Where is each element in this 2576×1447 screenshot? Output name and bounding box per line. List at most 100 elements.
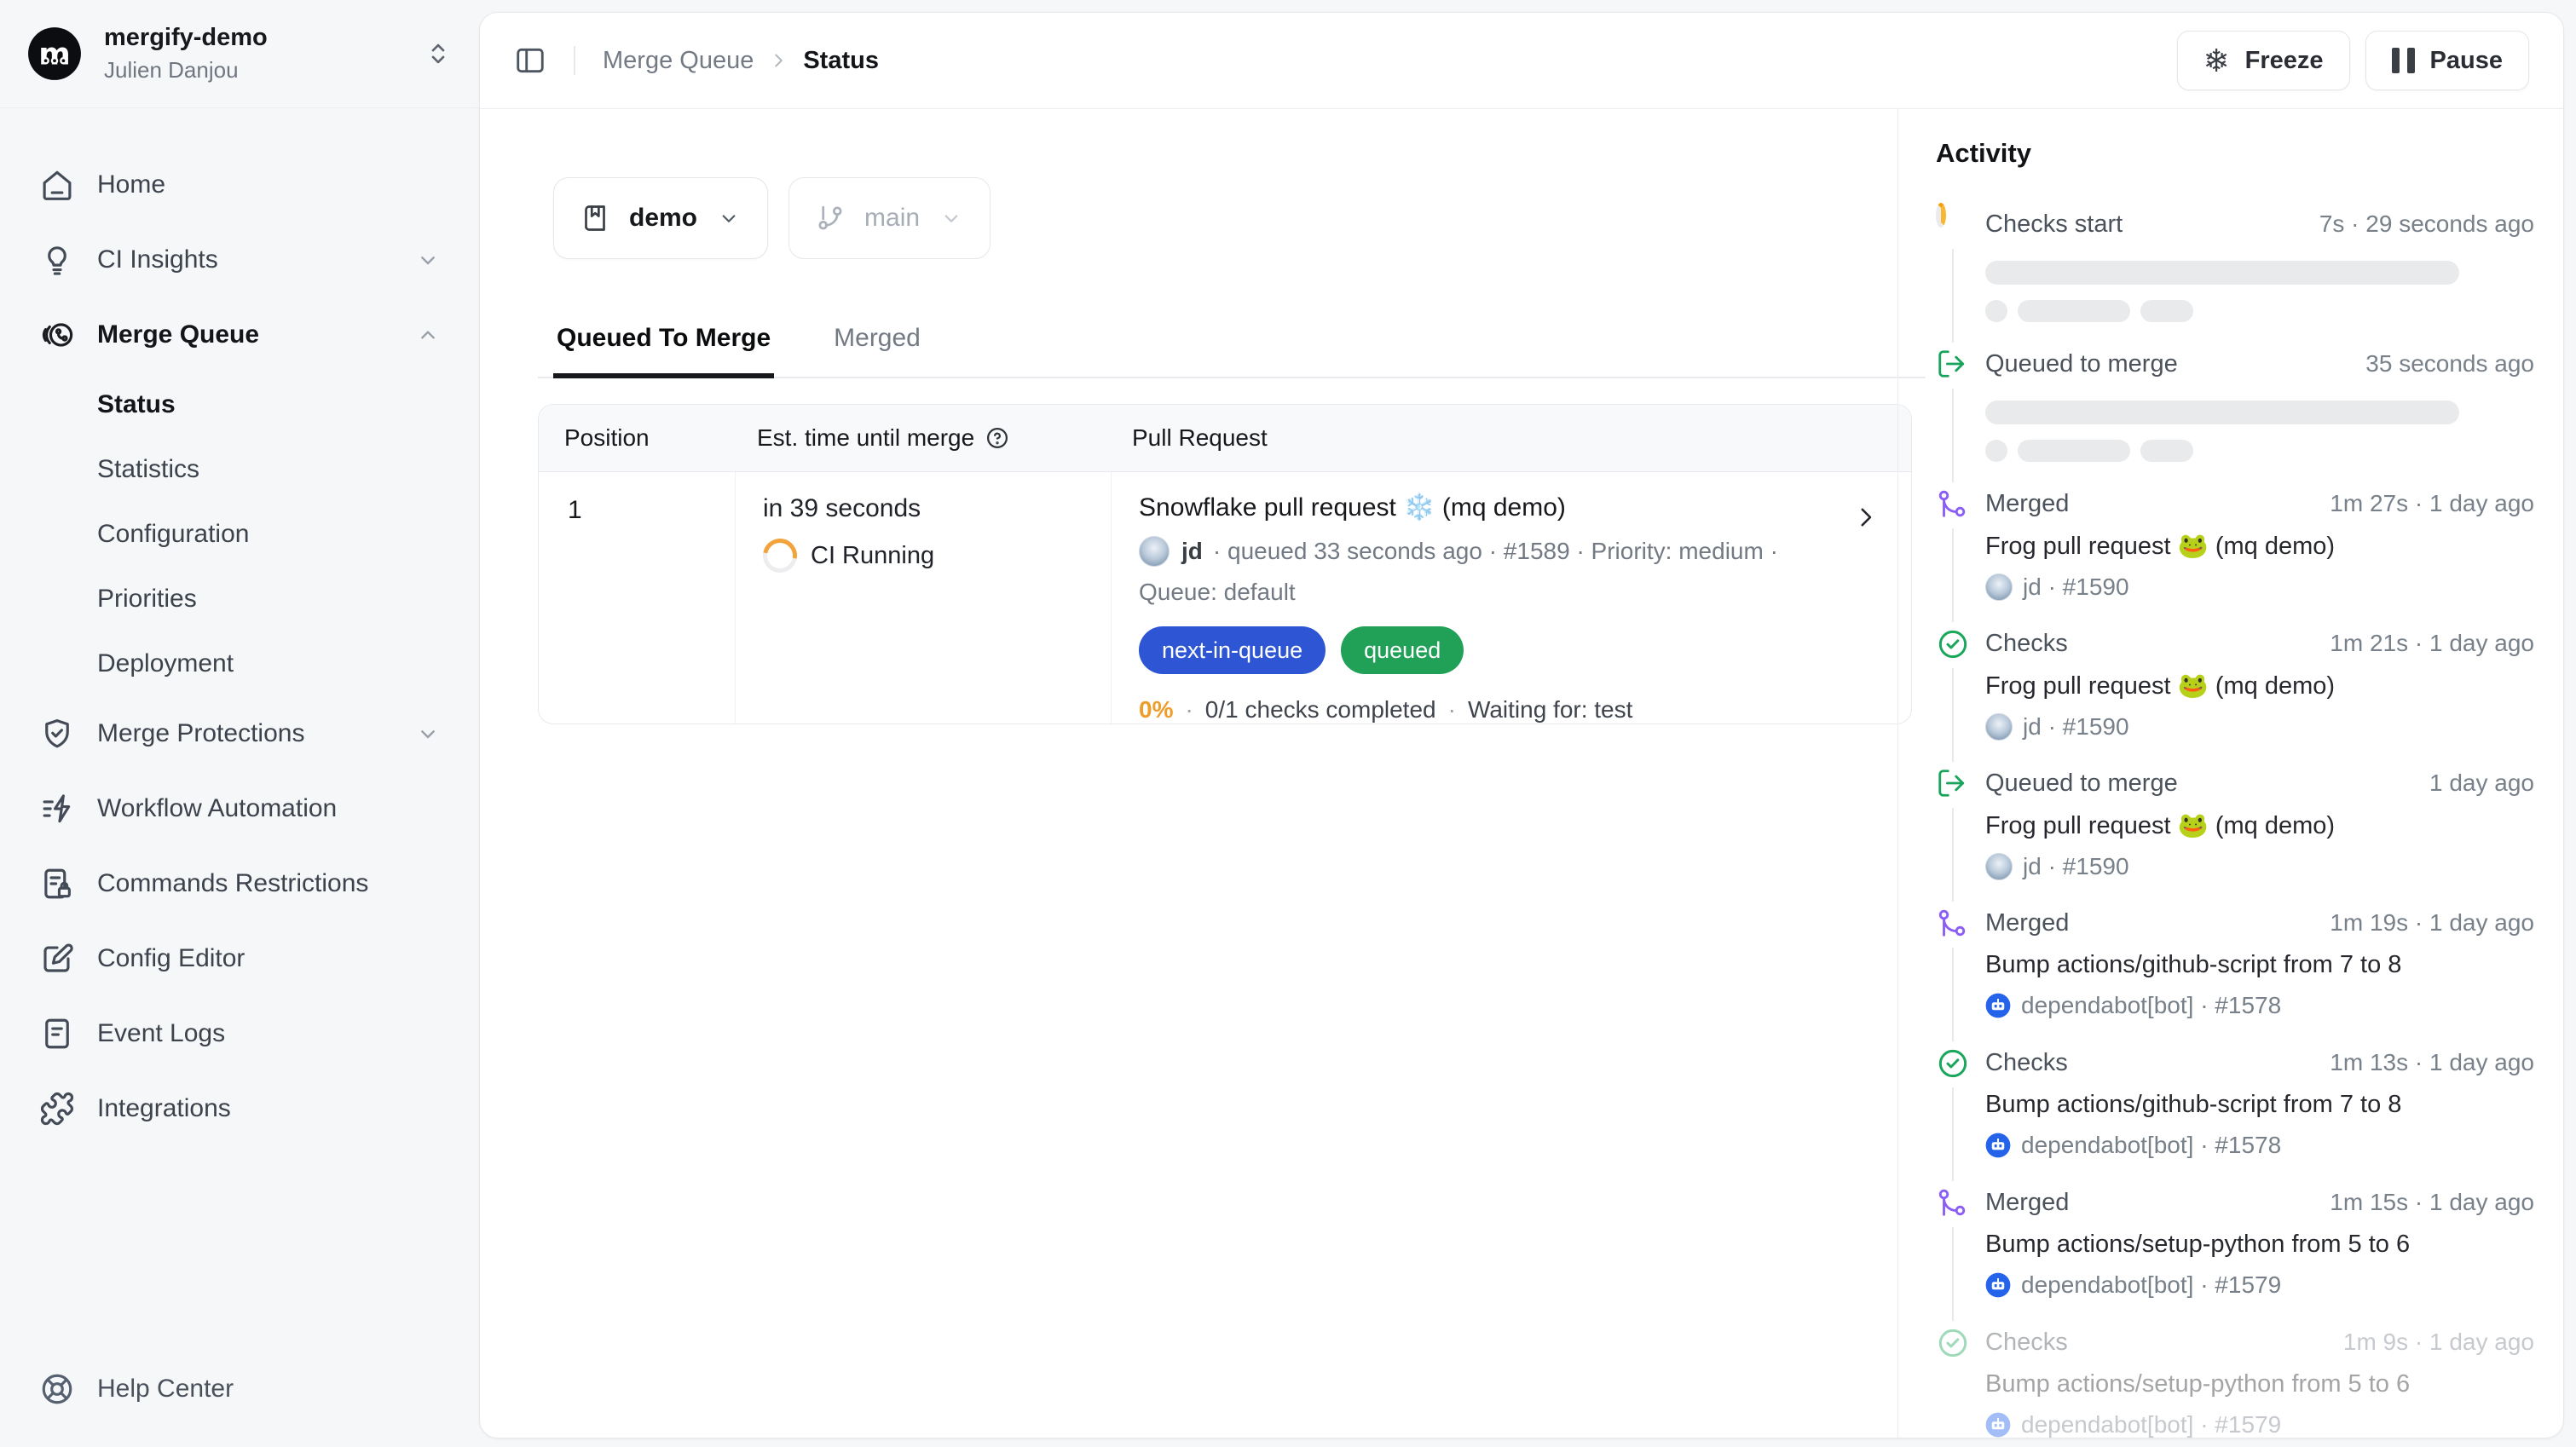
sidebar-item-config-editor[interactable]: Config Editor: [39, 921, 459, 996]
eta-value: in 39 seconds: [763, 494, 1111, 523]
activity-item[interactable]: Merged 1m 19s · 1 day ago Bump actions/g…: [1936, 907, 2534, 1046]
activity-time: 35 seconds ago: [2365, 350, 2534, 378]
activity-pr-meta: jd · #1590: [2023, 713, 2129, 741]
sidebar-item-label: Integrations: [97, 1094, 231, 1123]
sidebar-item-ci-insights[interactable]: CI Insights: [39, 222, 459, 297]
sidebar-item-event-logs[interactable]: Event Logs: [39, 996, 459, 1071]
sidebar-item-label: Statistics: [97, 455, 199, 484]
sidebar-item-workflow-automation[interactable]: Workflow Automation: [39, 771, 459, 846]
edit-icon: [39, 941, 75, 977]
avatar: [1985, 574, 2013, 601]
activity-event-label: Merged: [1985, 490, 2069, 518]
sidebar-toggle-button[interactable]: [514, 44, 546, 77]
activity-item[interactable]: Checks 1m 21s · 1 day ago Frog pull requ…: [1936, 627, 2534, 767]
ci-running-spinner-icon: [756, 532, 804, 579]
file-lock-icon: [39, 866, 75, 902]
activity-item: Checks start 7s · 29 seconds ago: [1936, 208, 2534, 348]
pr-title[interactable]: Snowflake pull request ❄️ (mq demo): [1139, 493, 1817, 522]
sidebar-item-label: Merge Protections: [97, 719, 304, 748]
activity-panel[interactable]: Activity Checks start 7s · 29 seconds ag…: [1897, 109, 2563, 1438]
sidebar-item-label: Commands Restrictions: [97, 869, 368, 898]
pause-label: Pause: [2430, 47, 2503, 75]
activity-event-label: Merged: [1985, 1189, 2069, 1217]
activity-pr-title[interactable]: Bump actions/github-script from 7 to 8: [1985, 951, 2534, 979]
repository-select[interactable]: demo: [553, 177, 768, 259]
sidebar: m mergify-demo Julien Danjou Home CI Ins…: [0, 0, 479, 1447]
org-switcher[interactable]: m mergify-demo Julien Danjou: [0, 0, 479, 108]
mergify-logo-icon: m: [27, 26, 82, 81]
main-panel: Merge Queue Status ❄ Freeze Pause demo m…: [479, 12, 2564, 1438]
activity-pr-title[interactable]: Frog pull request 🐸 (mq demo): [1985, 532, 2534, 561]
chevrons-up-down-icon: [423, 38, 453, 69]
help-center-link[interactable]: Help Center: [39, 1352, 234, 1427]
activity-item[interactable]: Queued to merge 1 day ago Frog pull requ…: [1936, 767, 2534, 907]
sidebar-item-statistics[interactable]: Statistics: [39, 437, 459, 502]
tab-merged[interactable]: Merged: [830, 324, 924, 377]
avatar: [1139, 536, 1170, 567]
branch-select[interactable]: main: [788, 177, 991, 259]
activity-pr-meta: jd · #1590: [2023, 853, 2129, 880]
activity-pr-meta: dependabot[bot] · #1578: [2021, 1132, 2281, 1159]
sidebar-item-integrations[interactable]: Integrations: [39, 1071, 459, 1146]
life-buoy-icon: [39, 1371, 75, 1407]
tab-queued-to-merge[interactable]: Queued To Merge: [553, 324, 774, 378]
sidebar-item-home[interactable]: Home: [39, 147, 459, 222]
pause-button[interactable]: Pause: [2365, 31, 2529, 90]
sidebar-item-label: Priorities: [97, 585, 197, 614]
dependabot-icon: [1985, 1133, 2011, 1158]
sidebar-item-label: Config Editor: [97, 944, 245, 973]
check-circle-icon: [1936, 1046, 1985, 1081]
column-position: Position: [539, 424, 731, 452]
sidebar-item-deployment[interactable]: Deployment: [39, 631, 459, 696]
chevron-down-icon: [939, 205, 964, 231]
queue-tabs: Queued To Merge Merged: [538, 324, 1926, 378]
sidebar-item-status[interactable]: Status: [39, 372, 459, 437]
help-center-label: Help Center: [97, 1375, 234, 1404]
queue-row[interactable]: 1 in 39 seconds CI Running Snowflake pul…: [539, 472, 1911, 724]
activity-pr-title[interactable]: Bump actions/setup-python from 5 to 6: [1985, 1231, 2534, 1259]
org-name: mergify-demo: [104, 24, 268, 52]
sidebar-item-label: Merge Queue: [97, 320, 259, 349]
help-circle-icon[interactable]: [985, 425, 1010, 451]
chevron-right-icon: [1851, 503, 1880, 532]
sidebar-item-label: Workflow Automation: [97, 794, 337, 823]
shield-check-icon: [39, 716, 75, 752]
sidebar-item-priorities[interactable]: Priorities: [39, 567, 459, 631]
sidebar-item-merge-queue[interactable]: Merge Queue: [39, 297, 459, 372]
breadcrumb-merge-queue[interactable]: Merge Queue: [603, 47, 754, 75]
activity-pr-title[interactable]: Bump actions/setup-python from 5 to 6: [1985, 1370, 2534, 1398]
activity-event-label: Checks: [1985, 1329, 2068, 1357]
header-divider: [574, 46, 575, 75]
queue-table: Position Est. time until merge Pull Requ…: [538, 404, 1912, 724]
cell-pull-request: Snowflake pull request ❄️ (mq demo) jd ·…: [1111, 472, 1911, 724]
activity-item[interactable]: Merged 1m 15s · 1 day ago Bump actions/s…: [1936, 1186, 2534, 1326]
git-branch-icon: [815, 203, 846, 233]
activity-item[interactable]: Merged 1m 27s · 1 day ago Frog pull requ…: [1936, 487, 2534, 627]
activity-pr-title[interactable]: Frog pull request 🐸 (mq demo): [1985, 811, 2534, 840]
activity-pr-meta: dependabot[bot] · #1579: [2021, 1271, 2281, 1299]
checks-running-spinner-icon: [1936, 208, 1985, 242]
table-header: Position Est. time until merge Pull Requ…: [539, 405, 1911, 472]
breadcrumb-chevron-icon: [767, 49, 789, 72]
sidebar-item-commands-restrictions[interactable]: Commands Restrictions: [39, 846, 459, 921]
sidebar-item-merge-protections[interactable]: Merge Protections: [39, 696, 459, 771]
repository-value: demo: [629, 204, 697, 233]
activity-time: 1 day ago: [2429, 770, 2534, 797]
activity-pr-title[interactable]: Bump actions/github-script from 7 to 8: [1985, 1091, 2534, 1119]
pr-queue-name: Queue: default: [1139, 579, 1817, 606]
activity-pr-meta: dependabot[bot] · #1579: [2021, 1411, 2281, 1438]
freeze-button[interactable]: ❄ Freeze: [2177, 31, 2350, 90]
checks-progress-text: 0/1 checks completed: [1205, 696, 1436, 724]
activity-skeleton: [1985, 252, 2534, 348]
puzzle-icon: [39, 1091, 75, 1127]
activity-skeleton: [1985, 392, 2534, 487]
sidebar-nav: Home CI Insights Merge Queue Status Stat…: [0, 108, 479, 1146]
activity-pr-title[interactable]: Frog pull request 🐸 (mq demo): [1985, 672, 2534, 700]
activity-item[interactable]: Checks 1m 9s · 1 day ago Bump actions/se…: [1936, 1326, 2534, 1438]
activity-item: Queued to merge 35 seconds ago: [1936, 348, 2534, 487]
activity-event-label: Queued to merge: [1985, 350, 2178, 378]
branch-value: main: [864, 204, 920, 233]
column-pull-request: Pull Request: [1105, 424, 1911, 452]
sidebar-item-configuration[interactable]: Configuration: [39, 502, 459, 567]
activity-item[interactable]: Checks 1m 13s · 1 day ago Bump actions/g…: [1936, 1046, 2534, 1186]
